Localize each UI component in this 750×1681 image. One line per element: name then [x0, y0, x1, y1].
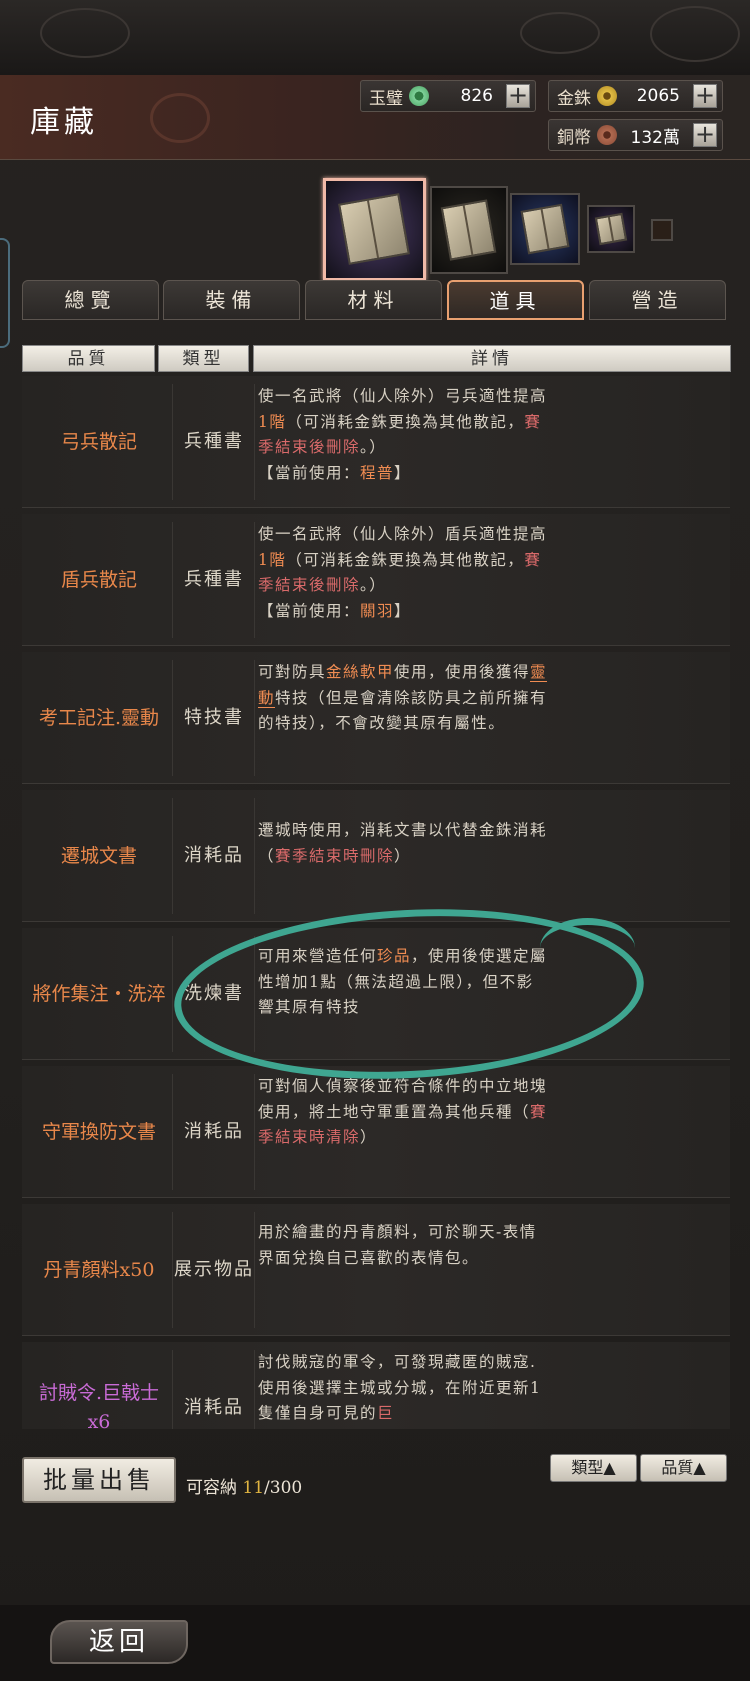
item-description: 使一名武將（仙人除外）盾兵適性提高1階（可消耗金銖更換為其他散記，賽季結束後刪除… [258, 525, 548, 620]
item-list[interactable]: 弓兵散記 兵種書 使一名武將（仙人除外）弓兵適性提高1階（可消耗金銖更換為其他散… [22, 376, 730, 1429]
item-name: 討賊令.巨戟士x6 [38, 1382, 160, 1429]
item-name: 守軍換防文書 [41, 1120, 156, 1143]
inventory-screen: 庫藏 玉璧 826 + 金銖 2065 + 銅幣 132萬 + 總覽 裝備 材料… [0, 0, 750, 1681]
column-details: 詳情 [253, 345, 731, 372]
hand-drawn-circle-stroke [540, 918, 635, 978]
item-name: 考工記注.靈動 [38, 706, 160, 729]
list-item[interactable]: 守軍換防文書 消耗品 可對個人偵察後並符合條件的中立地塊使用，將土地守軍重置為其… [22, 1066, 730, 1198]
sort-by-type-button[interactable]: 類型▲ [550, 1454, 637, 1482]
item-preview[interactable] [430, 186, 508, 274]
sort-by-quality-button[interactable]: 品質▲ [640, 1454, 727, 1482]
item-type: 消耗品 [184, 1121, 244, 1142]
bulk-sell-button[interactable]: 批量出售 [22, 1457, 176, 1503]
tab-materials[interactable]: 材料 [305, 280, 442, 320]
item-description: 可對個人偵察後並符合條件的中立地塊使用，將土地守軍重置為其他兵種（賽季結束時清除… [258, 1077, 548, 1146]
item-type: 消耗品 [184, 845, 244, 866]
item-name: 盾兵散記 [60, 568, 137, 591]
capacity-text: 可容納 11/300 [186, 1478, 303, 1498]
capacity-count: 11 [242, 1478, 265, 1498]
item-description: 可對防具金絲軟甲使用，使用後獲得靈動特技（但是會清除該防具之前所擁有的特技），不… [258, 663, 548, 732]
currency-value: 826 [460, 86, 493, 106]
item-type: 消耗品 [184, 1397, 244, 1418]
currency-label: 銅幣 [557, 127, 591, 148]
tab-items[interactable]: 道具 [447, 280, 584, 320]
currency-value: 132萬 [630, 127, 680, 148]
list-item[interactable]: 遷城文書 消耗品 遷城時使用，消耗文書以代替金銖消耗（賽季結束時刪除） [22, 790, 730, 922]
add-gold-button[interactable]: + [693, 83, 717, 108]
side-panel-handle[interactable] [0, 238, 10, 348]
item-type: 兵種書 [184, 569, 244, 590]
item-name: 將作集注・洗淬 [32, 982, 166, 1005]
list-item[interactable]: 丹青顏料x50 展示物品 用於繪畫的丹青顏料，可於聊天-表情界面兌換自己喜歡的表… [22, 1204, 730, 1336]
item-description: 用於繪畫的丹青顏料，可於聊天-表情界面兌換自己喜歡的表情包。 [258, 1223, 537, 1267]
scroll-icon [594, 212, 628, 246]
column-quality[interactable]: 品質 [22, 345, 155, 372]
book-icon [441, 199, 497, 261]
item-description: 使一名武將（仙人除外）弓兵適性提高1階（可消耗金銖更換為其他散記，賽季結束後刪除… [258, 387, 548, 482]
item-preview-selected[interactable] [323, 178, 426, 281]
scroll-icon [520, 203, 570, 255]
page-title: 庫藏 [30, 105, 98, 140]
item-preview[interactable] [651, 219, 673, 241]
item-type: 兵種書 [184, 431, 244, 452]
item-name: 丹青顏料x50 [43, 1258, 155, 1281]
add-copper-button[interactable]: + [693, 122, 717, 147]
item-preview[interactable] [587, 205, 635, 253]
list-item[interactable]: 盾兵散記 兵種書 使一名武將（仙人除外）盾兵適性提高1階（可消耗金銖更換為其他散… [22, 514, 730, 646]
copper-currency: 銅幣 132萬 + [548, 119, 723, 151]
currency-label: 玉璧 [369, 88, 403, 109]
tab-construction[interactable]: 營造 [589, 280, 726, 320]
tab-equipment[interactable]: 裝備 [163, 280, 300, 320]
gold-coin-icon [597, 86, 617, 106]
column-type[interactable]: 類型 [158, 345, 249, 372]
list-item[interactable]: 弓兵散記 兵種書 使一名武將（仙人除外）弓兵適性提高1階（可消耗金銖更換為其他散… [22, 376, 730, 508]
item-preview[interactable] [510, 193, 580, 265]
item-type: 特技書 [184, 707, 244, 728]
item-description: 討伐賊寇的軍令，可發現藏匿的賊寇.使用後選擇主城或分城，在附近更新1隻僅自身可見… [258, 1353, 542, 1422]
tab-overview[interactable]: 總覽 [22, 280, 159, 320]
item-type: 展示物品 [174, 1259, 254, 1280]
swirl-ornament-icon [150, 93, 210, 143]
list-item[interactable]: 討賊令.巨戟士x6 消耗品 討伐賊寇的軍令，可發現藏匿的賊寇.使用後選擇主城或分… [22, 1342, 730, 1429]
jade-coin-icon [409, 86, 429, 106]
back-button[interactable]: 返回 [50, 1620, 188, 1664]
item-name: 遷城文書 [60, 844, 137, 867]
list-item[interactable]: 考工記注.靈動 特技書 可對防具金絲軟甲使用，使用後獲得靈動特技（但是會清除該防… [22, 652, 730, 784]
copper-coin-icon [597, 125, 617, 145]
item-name: 弓兵散記 [60, 430, 137, 453]
currency-label: 金銖 [557, 88, 591, 109]
add-jade-button[interactable]: + [506, 83, 530, 108]
book-icon [338, 193, 411, 266]
gold-currency: 金銖 2065 + [548, 80, 723, 112]
jade-currency: 玉璧 826 + [360, 80, 536, 112]
top-decoration [0, 0, 750, 75]
item-description: 遷城時使用，消耗文書以代替金銖消耗（賽季結束時刪除） [258, 821, 548, 865]
currency-value: 2065 [636, 86, 680, 106]
